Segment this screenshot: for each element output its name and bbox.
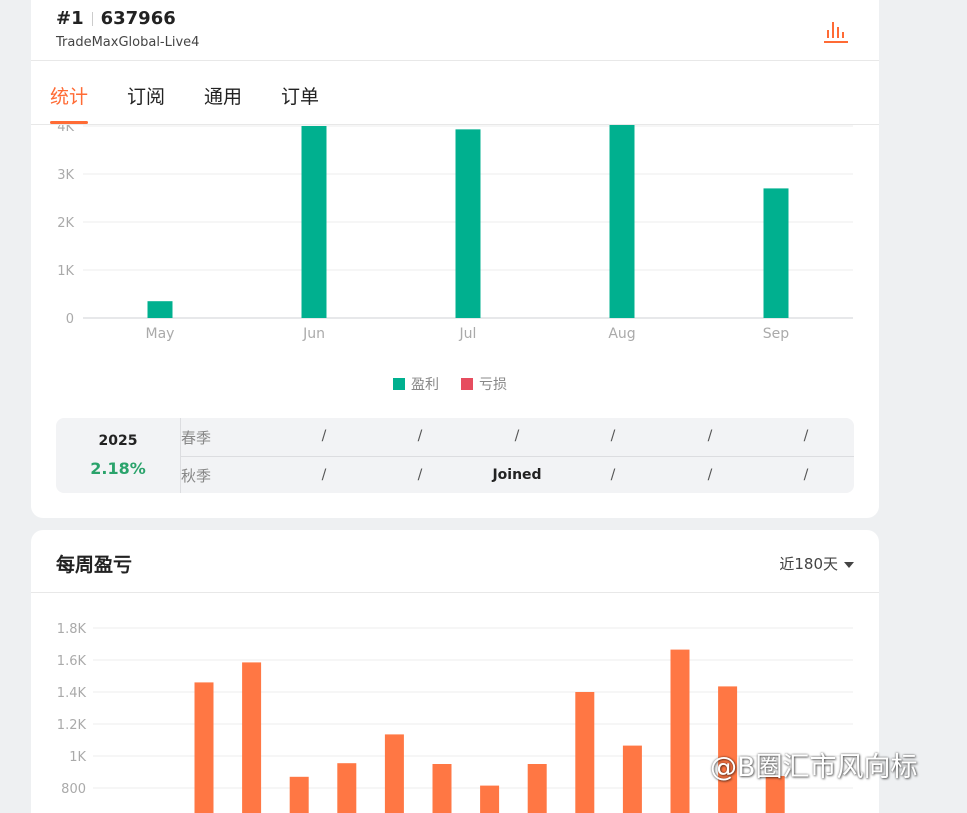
monthly-profit-chart: 0 1K 2K 3K 4K May Jun Jul Aug Sep [57, 125, 853, 342]
weekly-bar [480, 785, 500, 813]
header-divider [31, 60, 879, 61]
x-tick-label: Jul [459, 326, 477, 342]
watermark: @B圈汇市风向标 [710, 752, 918, 783]
season-table: 2025 2.18% 春季 / / / / / / 秋季 / / Joined … [56, 418, 854, 493]
season-row-label-spring: 春季 [181, 429, 212, 447]
weekly-bar [527, 764, 547, 813]
season-cell: / [803, 467, 809, 483]
y-tick-label: 1.4K [57, 686, 87, 701]
weekly-bar [242, 662, 262, 813]
season-percent: 2.18% [90, 459, 146, 478]
weekly-bar [289, 776, 309, 813]
season-cell-joined: Joined [492, 467, 542, 483]
tab-statistics[interactable]: 统计 [50, 82, 89, 124]
chart-legend: 盈利 亏损 [393, 374, 507, 394]
profit-bar [301, 126, 327, 318]
profit-bar [455, 129, 481, 318]
x-tick-label: May [146, 326, 175, 342]
weekly-bar [384, 734, 404, 813]
season-cell: / [707, 428, 713, 444]
season-cell: / [803, 428, 809, 444]
y-tick-label: 1.2K [57, 718, 87, 733]
loss-swatch [461, 378, 473, 390]
season-cell: / [321, 428, 327, 444]
profit-bar [147, 301, 173, 318]
season-horizontal-divider [180, 456, 854, 457]
season-cell: / [514, 428, 520, 444]
weekly-title: 每周盈亏 [56, 554, 133, 576]
season-cell: / [610, 467, 616, 483]
y-tick-label: 1K [69, 750, 86, 765]
server-name: TradeMaxGlobal-Live4 [56, 35, 200, 50]
account-number: 637966 [100, 8, 176, 29]
statistics-card: #1 637966 TradeMaxGlobal-Live4 统计 订阅 通用 订… [31, 0, 879, 518]
tab-orders[interactable]: 订单 [281, 82, 319, 124]
weekly-bar [194, 682, 214, 813]
bar-chart-icon[interactable] [823, 18, 849, 44]
tab-general[interactable]: 通用 [204, 82, 242, 124]
rank-label: #1 [56, 8, 84, 29]
weekly-bar [622, 745, 642, 813]
y-tick-label: 1.8K [57, 622, 87, 637]
y-tick-label: 0 [66, 312, 74, 327]
season-cell: / [321, 467, 327, 483]
y-tick-label: 2K [57, 216, 74, 231]
y-tick-label: 4K [57, 125, 74, 135]
x-tick-label: Jun [302, 326, 325, 342]
y-tick-label: 1K [57, 264, 74, 279]
account-header: #1 637966 [56, 8, 176, 29]
range-dropdown[interactable]: 近180天 [779, 553, 854, 574]
weekly-bar [432, 764, 452, 813]
season-row-label-autumn: 秋季 [181, 467, 212, 485]
caret-down-icon [844, 561, 854, 568]
range-label: 近180天 [779, 555, 838, 573]
season-year: 2025 [98, 433, 138, 449]
legend-loss-label: 亏损 [479, 377, 507, 393]
x-tick-label: Aug [608, 326, 635, 342]
profit-swatch [393, 378, 405, 390]
tab-subscribe[interactable]: 订阅 [127, 82, 165, 124]
legend-loss[interactable]: 亏损 [461, 374, 507, 394]
weekly-bar [670, 649, 690, 813]
legend-profit[interactable]: 盈利 [393, 374, 439, 394]
y-tick-label: 3K [57, 168, 74, 183]
weekly-bar [337, 763, 357, 813]
tab-bar: 统计 订阅 通用 订单 [50, 82, 358, 124]
y-tick-label: 800 [61, 782, 86, 797]
season-cell: / [417, 428, 423, 444]
season-cell: / [610, 428, 616, 444]
legend-profit-label: 盈利 [411, 377, 439, 393]
profit-bar [609, 125, 635, 318]
y-tick-label: 1.6K [57, 654, 87, 669]
season-cell: / [417, 467, 423, 483]
weekly-bar [575, 692, 595, 813]
header-separator [91, 12, 93, 26]
season-cell: / [707, 467, 713, 483]
profit-bar [763, 188, 789, 318]
x-tick-label: Sep [763, 326, 790, 342]
